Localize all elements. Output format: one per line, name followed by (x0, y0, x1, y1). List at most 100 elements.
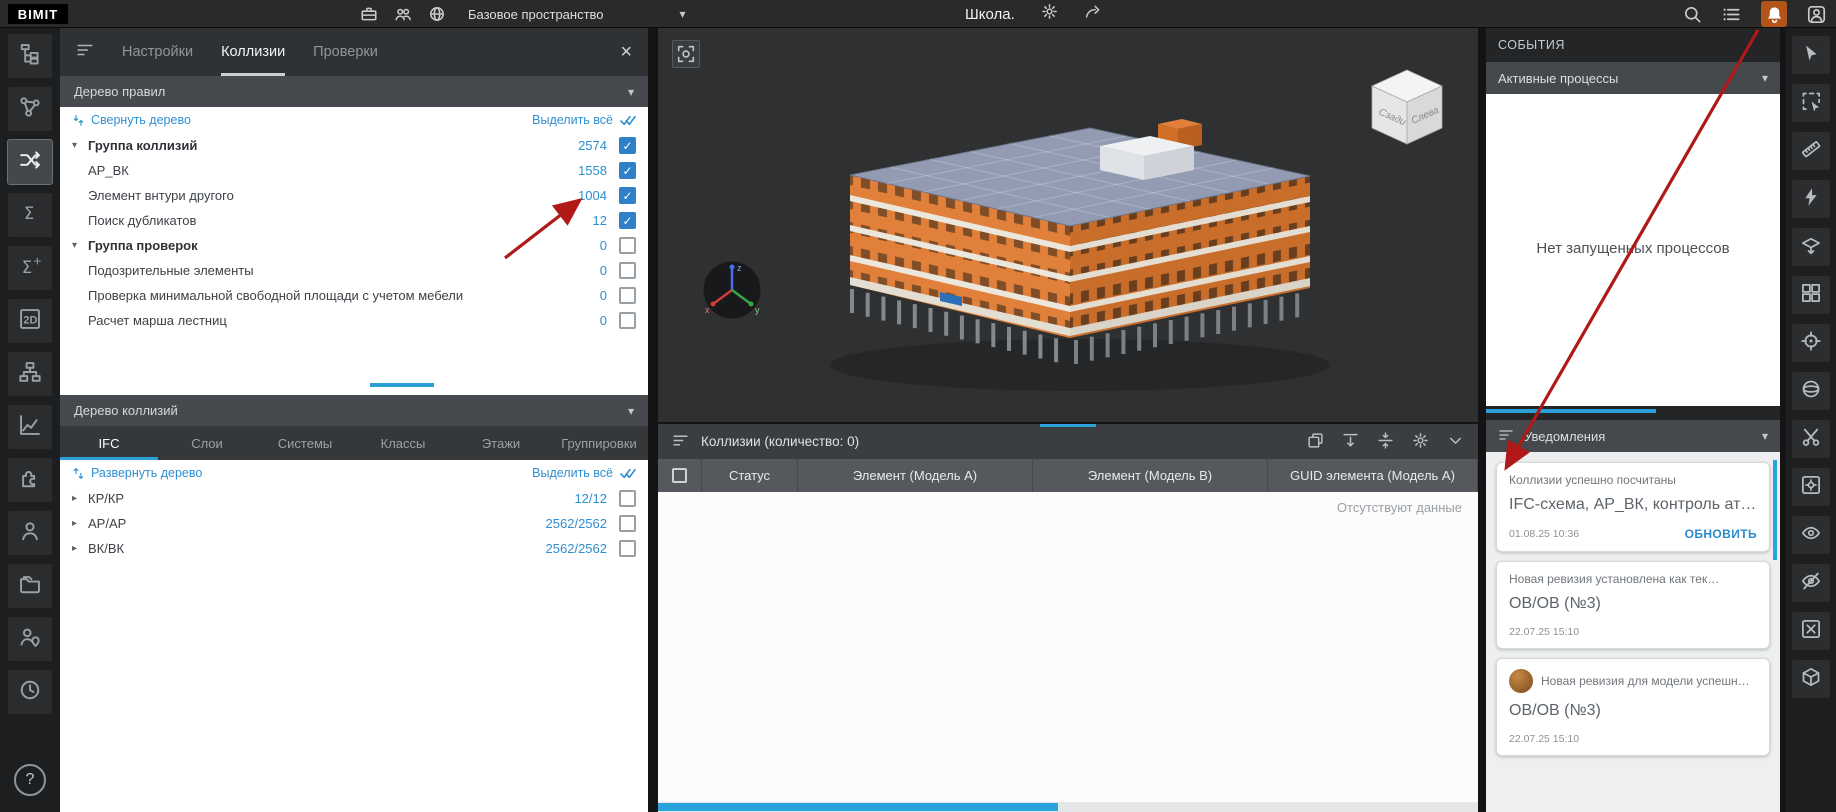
tree-row[interactable]: Поиск дубликатов12✓ (60, 208, 648, 233)
workspace-switcher[interactable]: Базовое пространство ▾ (360, 0, 686, 28)
rules-tree-header[interactable]: Дерево правил ▾ (60, 76, 648, 107)
analytics-tool[interactable] (8, 405, 52, 449)
area-select-tool[interactable] (1792, 84, 1830, 122)
tree-row-checkbox[interactable]: ✓ (619, 162, 636, 179)
tree-tab-классы[interactable]: Классы (354, 426, 452, 460)
journal-tool[interactable] (8, 670, 52, 714)
staff-tool[interactable] (8, 617, 52, 661)
account-icon[interactable] (1807, 5, 1826, 24)
hide-tool[interactable] (1792, 564, 1830, 602)
refresh-button[interactable]: ОБНОВИТЬ (1685, 527, 1757, 541)
tree-row[interactable]: Расчет марша лестниц0 (60, 308, 648, 333)
expander-icon[interactable]: ▸ (72, 543, 88, 554)
projects-tool[interactable] (8, 564, 52, 608)
view-2d-tool[interactable]: 2D (8, 299, 52, 343)
notifications-header[interactable]: Уведомления ▾ (1486, 420, 1780, 452)
tree-tab-группировки[interactable]: Группировки (550, 426, 648, 460)
table-resize-hint[interactable] (1040, 424, 1096, 427)
axis-gizmo[interactable]: z x y (700, 258, 764, 322)
active-processes-header[interactable]: Активные процессы ▾ (1486, 62, 1780, 94)
tree-row-checkbox[interactable] (619, 515, 636, 532)
grid-view-tool[interactable] (1792, 276, 1830, 314)
fit-center-icon[interactable] (1377, 432, 1394, 452)
share-icon[interactable] (1084, 3, 1101, 25)
cascade-icon[interactable] (1307, 432, 1324, 452)
collapse-tree-link[interactable]: Свернуть дерево (72, 113, 191, 127)
panel-menu-icon[interactable] (76, 41, 94, 64)
notifications-caret-icon[interactable]: ▾ (1762, 429, 1768, 443)
collision-tree-header[interactable]: Дерево коллизий ▾ (60, 395, 648, 426)
column-header[interactable]: Статус (702, 459, 798, 492)
team-tool[interactable] (8, 511, 52, 555)
plugins-tool[interactable] (8, 458, 52, 502)
notification-card[interactable]: Коллизии успешно посчитаныIFC-схема, АР_… (1496, 462, 1770, 552)
notifications-bell-icon[interactable] (1761, 1, 1787, 27)
collapse-icon[interactable] (1447, 432, 1464, 452)
list-icon[interactable] (1722, 5, 1741, 24)
column-header[interactable]: Элемент (Модель B) (1033, 459, 1268, 492)
tab-проверки[interactable]: Проверки (313, 28, 378, 76)
navigation-cube[interactable]: Сзади Слева (1364, 64, 1450, 156)
tree-tab-слои[interactable]: Слои (158, 426, 256, 460)
select-tool[interactable] (1792, 36, 1830, 74)
tree-row[interactable]: ▸ВК/ВК2562/2562 (60, 536, 648, 561)
select-all-checkbox[interactable] (672, 468, 687, 483)
tree-tab-системы[interactable]: Системы (256, 426, 354, 460)
tree-row[interactable]: Подозрительные элементы0 (60, 258, 648, 283)
sum-plus-tool[interactable]: Σ+ (8, 246, 52, 290)
notifications-scrollbar-thumb[interactable] (1773, 460, 1777, 560)
active-processes-caret-icon[interactable]: ▾ (1762, 71, 1768, 85)
column-header[interactable]: Элемент (Модель A) (798, 459, 1033, 492)
expand-tree-link[interactable]: Развернуть дерево (72, 466, 202, 480)
sum-tool[interactable]: Σ (8, 193, 52, 237)
tree-row[interactable]: АР_ВК1558✓ (60, 158, 648, 183)
quick-actions-tool[interactable] (1792, 180, 1830, 218)
fit-top-icon[interactable] (1342, 432, 1359, 452)
tree-row[interactable]: ▾Группа коллизий2574✓ (60, 133, 648, 158)
select-all-collisions-link[interactable]: Выделить всё (532, 466, 636, 481)
rules-tree-caret-icon[interactable]: ▾ (628, 85, 634, 99)
expander-icon[interactable]: ▾ (72, 140, 88, 151)
tree-row[interactable]: ▾Группа проверок0 (60, 233, 648, 258)
events-scroll-hint[interactable] (1486, 409, 1656, 413)
tree-row-checkbox[interactable] (619, 262, 636, 279)
search-icon[interactable] (1683, 5, 1702, 24)
expander-icon[interactable]: ▸ (72, 518, 88, 529)
collision-tree-caret-icon[interactable]: ▾ (628, 404, 634, 418)
tree-row[interactable]: ▸АР/АР2562/2562 (60, 511, 648, 536)
help-button[interactable]: ? (14, 764, 46, 796)
ruler-tool[interactable] (1792, 132, 1830, 170)
tab-коллизии[interactable]: Коллизии (221, 28, 285, 76)
tree-row-checkbox[interactable]: ✓ (619, 187, 636, 204)
tab-настройки[interactable]: Настройки (122, 28, 193, 76)
tree-row-checkbox[interactable]: ✓ (619, 212, 636, 229)
viewport-expand-icon[interactable] (672, 40, 700, 68)
sphere-tool[interactable] (1792, 372, 1830, 410)
section-plane-tool[interactable] (1792, 228, 1830, 266)
show-tool[interactable] (1792, 516, 1830, 554)
tree-tab-ifc[interactable]: IFC (60, 426, 158, 460)
remove-box-tool[interactable] (1792, 612, 1830, 650)
column-header[interactable]: GUID элемента (Модель A) (1268, 459, 1478, 492)
tree-row[interactable]: Элемент внтури другого1004✓ (60, 183, 648, 208)
tree-row-checkbox[interactable] (619, 287, 636, 304)
tree-row[interactable]: Проверка минимальной свободной площади с… (60, 283, 648, 308)
tree-row-checkbox[interactable] (619, 490, 636, 507)
tree-row-checkbox[interactable] (619, 237, 636, 254)
expander-icon[interactable]: ▾ (72, 240, 88, 251)
notifications-menu-icon[interactable] (1498, 427, 1514, 446)
expander-icon[interactable]: ▸ (72, 493, 88, 504)
relations-tool[interactable] (8, 87, 52, 131)
focus-tool[interactable] (1792, 324, 1830, 362)
table-h-scrollbar-thumb[interactable] (658, 803, 1058, 811)
rules-scroll-hint[interactable] (370, 383, 434, 387)
table-menu-icon[interactable] (672, 432, 689, 452)
workspace-caret-icon[interactable]: ▾ (680, 7, 686, 21)
model-tree-tool[interactable] (8, 34, 52, 78)
clash-detection-tool[interactable] (8, 140, 52, 184)
settings-gear-icon[interactable] (1041, 3, 1058, 25)
tree-row-checkbox[interactable] (619, 312, 636, 329)
select-all-rules-link[interactable]: Выделить всё (532, 113, 636, 128)
viewport-3d[interactable]: z x y Сзади Слева (658, 28, 1478, 422)
settings-icon[interactable] (1412, 432, 1429, 452)
